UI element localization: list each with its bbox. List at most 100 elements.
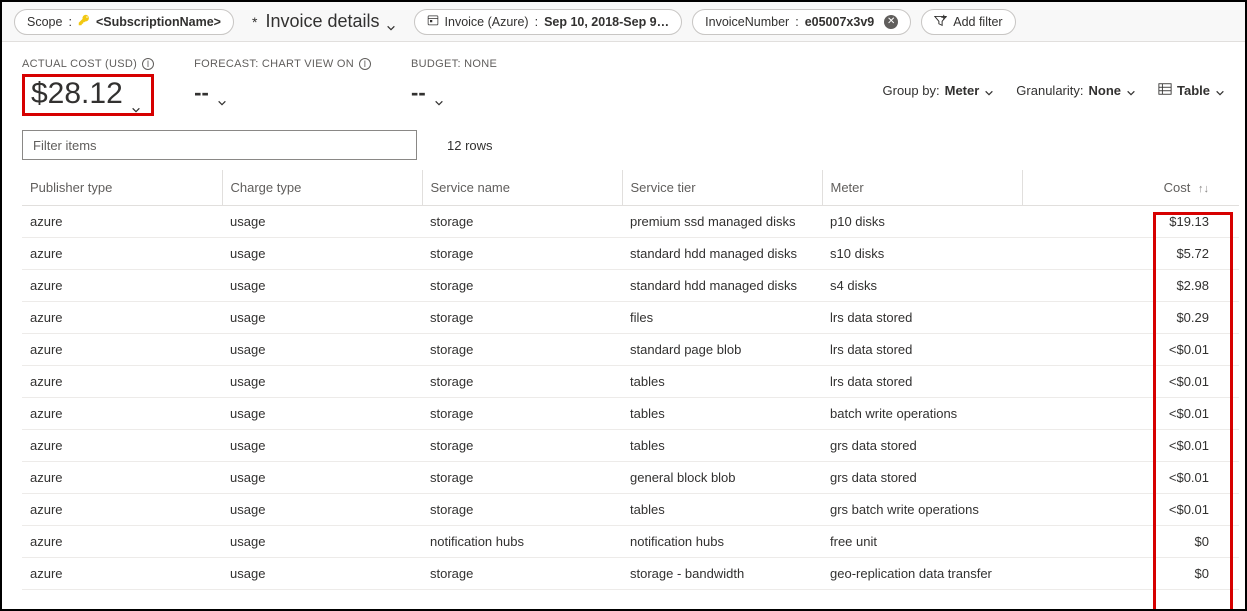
table-row[interactable]: azureusagestoragestandard page bloblrs d… <box>22 334 1239 366</box>
cell-tier: standard hdd managed disks <box>622 238 822 270</box>
budget-label: BUDGET: NONE <box>411 58 497 70</box>
chevron-down-icon <box>434 88 444 98</box>
date-range-pill-label: Invoice (Azure) <box>445 15 529 29</box>
cell-cost: $2.98 <box>1022 270 1239 302</box>
cell-tier: standard hdd managed disks <box>622 270 822 302</box>
granularity-dropdown[interactable]: Granularity: None <box>1016 83 1136 98</box>
table-row[interactable]: azureusagestoragestandard hdd managed di… <box>22 270 1239 302</box>
cell-publisher: azure <box>22 398 222 430</box>
remove-filter-icon[interactable]: ✕ <box>884 15 898 29</box>
info-icon[interactable]: i <box>142 58 154 70</box>
cell-charge: usage <box>222 270 422 302</box>
table-row[interactable]: azureusagestoragetableslrs data stored<$… <box>22 366 1239 398</box>
cell-charge: usage <box>222 398 422 430</box>
sort-arrows-icon: ↑↓ <box>1198 183 1209 195</box>
col-publisher-type[interactable]: Publisher type <box>22 170 222 206</box>
cell-tier: tables <box>622 398 822 430</box>
cell-meter: p10 disks <box>822 206 1022 238</box>
cell-meter: grs data stored <box>822 430 1022 462</box>
add-filter-label: Add filter <box>953 15 1002 29</box>
scope-pill-label: Scope <box>27 15 62 29</box>
cell-service: storage <box>422 334 622 366</box>
cell-cost: <$0.01 <box>1022 334 1239 366</box>
date-range-pill[interactable]: Invoice (Azure) : Sep 10, 2018-Sep 9… <box>414 9 683 35</box>
cell-tier: tables <box>622 430 822 462</box>
cell-charge: usage <box>222 494 422 526</box>
view-name-dropdown[interactable]: * Invoice details <box>244 11 404 32</box>
cell-tier: notification hubs <box>622 526 822 558</box>
scope-pill[interactable]: Scope : <SubscriptionName> <box>14 9 234 35</box>
view-name-label: Invoice details <box>265 11 379 32</box>
cell-publisher: azure <box>22 270 222 302</box>
cell-tier: tables <box>622 366 822 398</box>
cell-publisher: azure <box>22 334 222 366</box>
row-count-label: 12 rows <box>447 138 493 153</box>
actual-cost-label: ACTUAL COST (USD) i <box>22 58 154 70</box>
cell-charge: usage <box>222 238 422 270</box>
col-service-name[interactable]: Service name <box>422 170 622 206</box>
cell-meter: batch write operations <box>822 398 1022 430</box>
cell-tier: standard page blob <box>622 334 822 366</box>
budget-value[interactable]: -- <box>411 74 497 106</box>
chevron-down-icon <box>386 17 396 27</box>
view-mode-dropdown[interactable]: Table <box>1158 82 1225 99</box>
chevron-down-icon <box>217 88 227 98</box>
cell-cost: <$0.01 <box>1022 462 1239 494</box>
table-row[interactable]: azureusagestoragetablesgrs batch write o… <box>22 494 1239 526</box>
cell-meter: geo-replication data transfer <box>822 558 1022 590</box>
cell-publisher: azure <box>22 558 222 590</box>
col-service-tier[interactable]: Service tier <box>622 170 822 206</box>
cell-charge: usage <box>222 206 422 238</box>
col-charge-type[interactable]: Charge type <box>222 170 422 206</box>
col-cost[interactable]: Cost ↑↓ <box>1022 170 1239 206</box>
cell-publisher: azure <box>22 430 222 462</box>
chevron-down-icon <box>984 86 994 96</box>
cell-meter: free unit <box>822 526 1022 558</box>
cell-publisher: azure <box>22 238 222 270</box>
col-meter[interactable]: Meter <box>822 170 1022 206</box>
actual-cost-value[interactable]: $28.12 <box>31 77 141 111</box>
actual-cost-highlight: $28.12 <box>22 74 154 116</box>
cell-charge: usage <box>222 430 422 462</box>
cell-publisher: azure <box>22 526 222 558</box>
cell-service: storage <box>422 430 622 462</box>
cell-meter: grs batch write operations <box>822 494 1022 526</box>
cell-tier: storage - bandwidth <box>622 558 822 590</box>
cell-meter: lrs data stored <box>822 366 1022 398</box>
cell-tier: general block blob <box>622 462 822 494</box>
table-row[interactable]: azureusagestoragestorage - bandwidthgeo-… <box>22 558 1239 590</box>
table-row[interactable]: azureusagestoragepremium ssd managed dis… <box>22 206 1239 238</box>
cell-service: notification hubs <box>422 526 622 558</box>
cell-service: storage <box>422 366 622 398</box>
cell-cost: $19.13 <box>1022 206 1239 238</box>
cell-service: storage <box>422 270 622 302</box>
invoice-number-pill[interactable]: InvoiceNumber : e05007x3v9 ✕ <box>692 9 911 35</box>
cell-charge: usage <box>222 462 422 494</box>
cell-cost: <$0.01 <box>1022 494 1239 526</box>
cell-tier: files <box>622 302 822 334</box>
cell-charge: usage <box>222 302 422 334</box>
cell-cost: $0 <box>1022 558 1239 590</box>
add-filter-icon <box>934 14 947 30</box>
filter-items-input[interactable] <box>22 130 417 160</box>
table-row[interactable]: azureusagenotification hubsnotification … <box>22 526 1239 558</box>
info-icon[interactable]: i <box>359 58 371 70</box>
group-by-dropdown[interactable]: Group by: Meter <box>883 83 995 98</box>
cost-analysis-page: Scope : <SubscriptionName> * Invoice det… <box>0 0 1247 611</box>
cell-service: storage <box>422 302 622 334</box>
cell-publisher: azure <box>22 494 222 526</box>
chevron-down-icon <box>1126 86 1136 96</box>
invoice-number-pill-label: InvoiceNumber <box>705 15 789 29</box>
cell-service: storage <box>422 462 622 494</box>
table-row[interactable]: azureusagestoragetablesbatch write opera… <box>22 398 1239 430</box>
table-row[interactable]: azureusagestoragestandard hdd managed di… <box>22 238 1239 270</box>
table-row[interactable]: azureusagestoragefileslrs data stored$0.… <box>22 302 1239 334</box>
table-row[interactable]: azureusagestoragetablesgrs data stored<$… <box>22 430 1239 462</box>
cell-charge: usage <box>222 558 422 590</box>
table-row[interactable]: azureusagestoragegeneral block blobgrs d… <box>22 462 1239 494</box>
forecast-block: FORECAST: CHART VIEW ON i -- <box>194 58 371 106</box>
forecast-value[interactable]: -- <box>194 74 371 106</box>
add-filter-button[interactable]: Add filter <box>921 9 1015 35</box>
cell-cost: <$0.01 <box>1022 398 1239 430</box>
cell-publisher: azure <box>22 206 222 238</box>
